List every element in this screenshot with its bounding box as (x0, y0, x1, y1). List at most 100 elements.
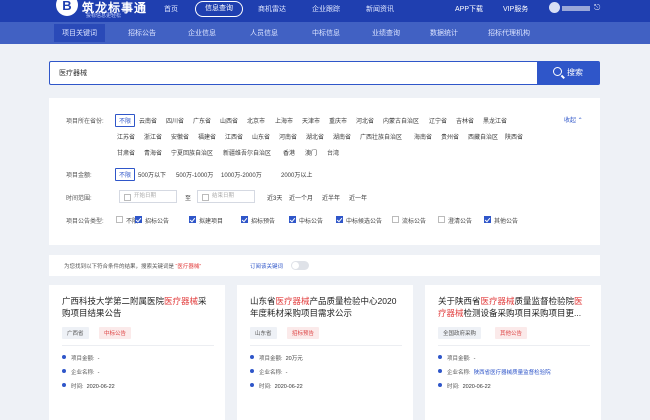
region-option[interactable]: 陕西省 (505, 132, 523, 141)
amount-option[interactable]: 500万以下 (138, 170, 166, 179)
result-card[interactable]: 广西科技大学第二附属医院医疗器械采购项目结果公告 广西省 中标公告 项目金额: … (49, 285, 225, 420)
username-redacted[interactable] (562, 6, 590, 11)
region-option[interactable]: 山西省 (220, 116, 238, 125)
region-option[interactable]: 浙江省 (144, 132, 162, 141)
type-filter-label: 项目公告类型: (66, 219, 104, 225)
nav-news[interactable]: 新闻资讯 (366, 4, 394, 14)
region-option[interactable]: 重庆市 (329, 116, 347, 125)
nav-info-query[interactable]: 信息查询 (195, 1, 243, 17)
card-title[interactable]: 关于陕西省医疗器械质量监督检验院医疗器械检测设备采购项目采购项目更... (438, 295, 590, 319)
type-checkbox[interactable]: 流标公告 (392, 216, 426, 225)
time-filter-label: 时间范围: (66, 196, 92, 202)
type-checkbox[interactable]: 其他公告 (484, 216, 518, 225)
region-option[interactable]: 甘肃省 (117, 148, 135, 157)
subnav-item-stats[interactable]: 数据统计 (430, 28, 458, 38)
region-option[interactable]: 黑龙江省 (483, 116, 507, 125)
region-option[interactable]: 山东省 (252, 132, 270, 141)
result-card[interactable]: 关于陕西省医疗器械质量监督检验院医疗器械检测设备采购项目采购项目更... 全国政… (425, 285, 601, 420)
nav-home[interactable]: 首页 (164, 4, 178, 14)
end-date-input[interactable]: 结束日期 (197, 190, 255, 203)
start-date-input[interactable]: 开始日期 (119, 190, 177, 203)
subnav-item-agency[interactable]: 招标代理机构 (488, 28, 530, 38)
company-link[interactable]: 陕西省医疗器械质量监督检验院 (474, 370, 551, 376)
region-option[interactable]: 不限 (115, 114, 136, 127)
subnav-item-tender[interactable]: 招标公告 (128, 28, 156, 38)
divider (438, 345, 590, 346)
region-option[interactable]: 西藏自治区 (468, 132, 498, 141)
subnav-item-performance[interactable]: 业绩查询 (372, 28, 400, 38)
subnav-item-keyword[interactable]: 项目关键词 (54, 24, 105, 42)
region-option[interactable]: 江西省 (225, 132, 243, 141)
avatar[interactable] (549, 2, 560, 13)
search-input[interactable] (50, 62, 539, 84)
region-option[interactable]: 台湾 (327, 148, 339, 157)
type-checkbox[interactable]: 招标公告 (135, 216, 169, 225)
region-option[interactable]: 青海省 (144, 148, 162, 157)
collapse-toggle[interactable]: 收起 ⌃ (564, 115, 583, 124)
card-title[interactable]: 广西科技大学第二附属医院医疗器械采购项目结果公告 (62, 295, 214, 319)
time-quick-option[interactable]: 近一年 (349, 193, 367, 202)
subnav-item-people[interactable]: 人员信息 (250, 28, 278, 38)
nav-company-tracking[interactable]: 企业跟踪 (312, 4, 340, 14)
search-box: 搜索 (49, 61, 600, 85)
amount-option[interactable]: 不限 (115, 168, 136, 181)
subscribe-keyword-link[interactable]: 订阅该关键词 (250, 262, 283, 270)
company-row: 企业名称: - (250, 368, 287, 376)
region-option[interactable]: 吉林省 (456, 116, 474, 125)
result-card[interactable]: 山东省医疗器械产品质量检验中心2020年度耗材采购项目需求公示 山东省 招标预告… (237, 285, 413, 420)
region-option[interactable]: 四川省 (166, 116, 184, 125)
type-checkbox[interactable]: 中标候选公告 (336, 216, 382, 225)
region-option[interactable]: 澳门 (305, 148, 317, 157)
amount-option[interactable]: 1000万-2000万 (221, 170, 262, 179)
vip-service-link[interactable]: VIP服务 (503, 4, 528, 14)
logout-icon[interactable]: ⎋ (594, 3, 600, 13)
time-row: 时间: 2020-06-22 (438, 382, 491, 390)
time-quick-option[interactable]: 近3天 (267, 193, 282, 202)
region-option[interactable]: 广西壮族自治区 (360, 132, 402, 141)
region-option[interactable]: 海南省 (414, 132, 432, 141)
amount-option[interactable]: 2000万以上 (281, 170, 312, 179)
region-option[interactable]: 上海市 (275, 116, 293, 125)
subnav-item-winning[interactable]: 中标信息 (312, 28, 340, 38)
nav-business-radar[interactable]: 商机雷达 (258, 4, 286, 14)
type-checkbox[interactable]: 澄清公告 (438, 216, 472, 225)
amount-option[interactable]: 500万-1000万 (176, 170, 213, 179)
region-option[interactable]: 江苏省 (117, 132, 135, 141)
type-checkbox[interactable]: 招标预告 (241, 216, 275, 225)
region-option[interactable]: 湖北省 (306, 132, 324, 141)
app-download-link[interactable]: APP下载 (455, 4, 483, 14)
region-option[interactable]: 辽宁省 (429, 116, 447, 125)
region-option[interactable]: 贵州省 (441, 132, 459, 141)
time-quick-option[interactable]: 近半年 (322, 193, 340, 202)
region-option[interactable]: 河北省 (356, 116, 374, 125)
region-option[interactable]: 新疆维吾尔自治区 (223, 148, 271, 157)
region-option[interactable]: 天津市 (302, 116, 320, 125)
region-option[interactable]: 福建省 (198, 132, 216, 141)
region-option[interactable]: 香港 (283, 148, 295, 157)
top-nav-bar: B 筑龙标事通 投标信息更轻松 首页 信息查询 商机雷达 企业跟踪 新闻资讯 A… (0, 0, 650, 22)
divider (250, 345, 402, 346)
subscribe-toggle[interactable] (291, 261, 309, 270)
time-quick-option[interactable]: 近一个月 (289, 193, 313, 202)
search-button[interactable]: 搜索 (537, 61, 599, 85)
brand-logo[interactable]: B (56, 0, 78, 16)
region-option[interactable]: 宁夏回族自治区 (171, 148, 213, 157)
company-row: 企业名称: - (62, 368, 99, 376)
region-option[interactable]: 北京市 (247, 116, 265, 125)
region-option[interactable]: 河南省 (279, 132, 297, 141)
type-checkbox[interactable]: 中标公告 (289, 216, 323, 225)
region-option[interactable]: 内蒙古自治区 (383, 116, 419, 125)
amount-row: 项目金额: - (438, 354, 475, 362)
date-range-separator: 至 (185, 196, 192, 202)
type-checkbox[interactable]: 拟建项目 (189, 216, 223, 225)
sub-nav-bar: 项目关键词 招标公告 企业信息 人员信息 中标信息 业绩查询 数据统计 招标代理… (0, 22, 650, 44)
region-option[interactable]: 广东省 (193, 116, 211, 125)
region-option[interactable]: 湖南省 (333, 132, 351, 141)
result-summary: 为您找到以下符合条件的结果，搜索关键词是 “医疗器械” (64, 264, 202, 270)
divider (62, 345, 214, 346)
notice-type-tag: 其他公告 (495, 327, 528, 339)
card-title[interactable]: 山东省医疗器械产品质量检验中心2020年度耗材采购项目需求公示 (250, 295, 402, 319)
subnav-item-company[interactable]: 企业信息 (188, 28, 216, 38)
region-option[interactable]: 云南省 (139, 116, 157, 125)
region-option[interactable]: 安徽省 (171, 132, 189, 141)
